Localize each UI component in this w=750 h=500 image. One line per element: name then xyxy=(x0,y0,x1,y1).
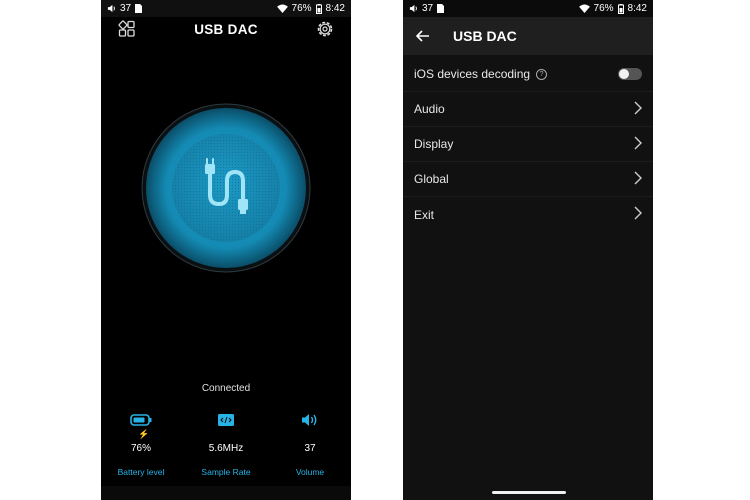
usb-dac-main-screen: 37 76% 8:42 USB DAC Connected ⚡ 76% Batt… xyxy=(101,0,351,500)
notification-count: 37 xyxy=(422,3,434,14)
lightning-icon: ⚡ xyxy=(138,429,150,439)
display-row[interactable]: Display xyxy=(403,127,653,162)
ios-decoding-row[interactable]: iOS devices decoding ? xyxy=(403,57,653,92)
speaker-icon xyxy=(275,410,345,430)
wifi-icon xyxy=(578,4,590,13)
apps-grid-icon[interactable] xyxy=(117,19,137,39)
sample-rate-label: Sample Rate xyxy=(201,467,251,477)
audio-label: Audio xyxy=(414,102,445,116)
battery-value: 76% xyxy=(130,443,151,454)
page-title: USB DAC xyxy=(194,21,258,37)
volume-label: Volume xyxy=(295,467,325,477)
sample-rate-value: 5.6MHz xyxy=(208,443,244,454)
status-bar: 37 76% 8:42 xyxy=(403,0,653,17)
connection-orb[interactable] xyxy=(141,103,311,273)
wifi-icon xyxy=(276,4,288,13)
exit-label: Exit xyxy=(414,207,435,222)
battery-percent: 76% xyxy=(593,3,614,14)
settings-list: iOS devices decoding ? Audio Display Glo… xyxy=(403,57,653,232)
battery-icon xyxy=(617,3,624,14)
back-arrow-icon[interactable] xyxy=(403,17,443,55)
exit-row[interactable]: Exit xyxy=(403,197,653,232)
battery-icon xyxy=(315,3,322,14)
chevron-right-icon xyxy=(634,171,642,188)
clock: 8:42 xyxy=(627,3,647,14)
chevron-right-icon xyxy=(634,101,642,118)
gear-icon[interactable] xyxy=(315,19,335,39)
sim-icon xyxy=(437,4,445,13)
battery-level-icon xyxy=(106,410,176,430)
display-label: Display xyxy=(414,137,454,151)
chip-icon xyxy=(191,410,261,430)
stats-bar: ⚡ 76% Battery level 5.6MHz Sample Rate 3… xyxy=(101,410,351,480)
page-title: USB DAC xyxy=(453,28,517,44)
battery-label: Battery level xyxy=(117,467,165,477)
battery-percent: 76% xyxy=(291,3,312,14)
global-row[interactable]: Global xyxy=(403,162,653,197)
sim-icon xyxy=(135,4,143,13)
status-bar: 37 76% 8:42 xyxy=(101,0,351,17)
sample-rate-stat: 5.6MHz Sample Rate xyxy=(191,410,261,477)
volume-stat: 37 Volume xyxy=(275,410,345,477)
battery-stat: ⚡ 76% Battery level xyxy=(106,410,176,477)
volume-icon xyxy=(107,4,116,13)
help-icon[interactable]: ? xyxy=(536,68,548,80)
home-indicator[interactable] xyxy=(492,491,566,494)
volume-icon xyxy=(409,4,418,13)
clock: 8:42 xyxy=(325,3,345,14)
toggle-knob xyxy=(619,69,629,79)
global-label: Global xyxy=(414,172,449,186)
connection-status: Connected xyxy=(201,383,251,394)
ios-decoding-toggle[interactable] xyxy=(618,68,642,80)
audio-row[interactable]: Audio xyxy=(403,92,653,127)
navigation-bar xyxy=(101,486,351,500)
chevron-right-icon xyxy=(634,136,642,153)
usb-dac-settings-screen: 37 76% 8:42 USB DAC iOS devices decoding xyxy=(403,0,653,500)
notification-count: 37 xyxy=(120,3,132,14)
app-bar: USB DAC xyxy=(403,17,653,55)
volume-value: 37 xyxy=(304,443,316,454)
top-bar: USB DAC xyxy=(101,17,351,41)
chevron-right-icon xyxy=(634,206,642,223)
ios-decoding-label: iOS devices decoding xyxy=(414,67,531,81)
